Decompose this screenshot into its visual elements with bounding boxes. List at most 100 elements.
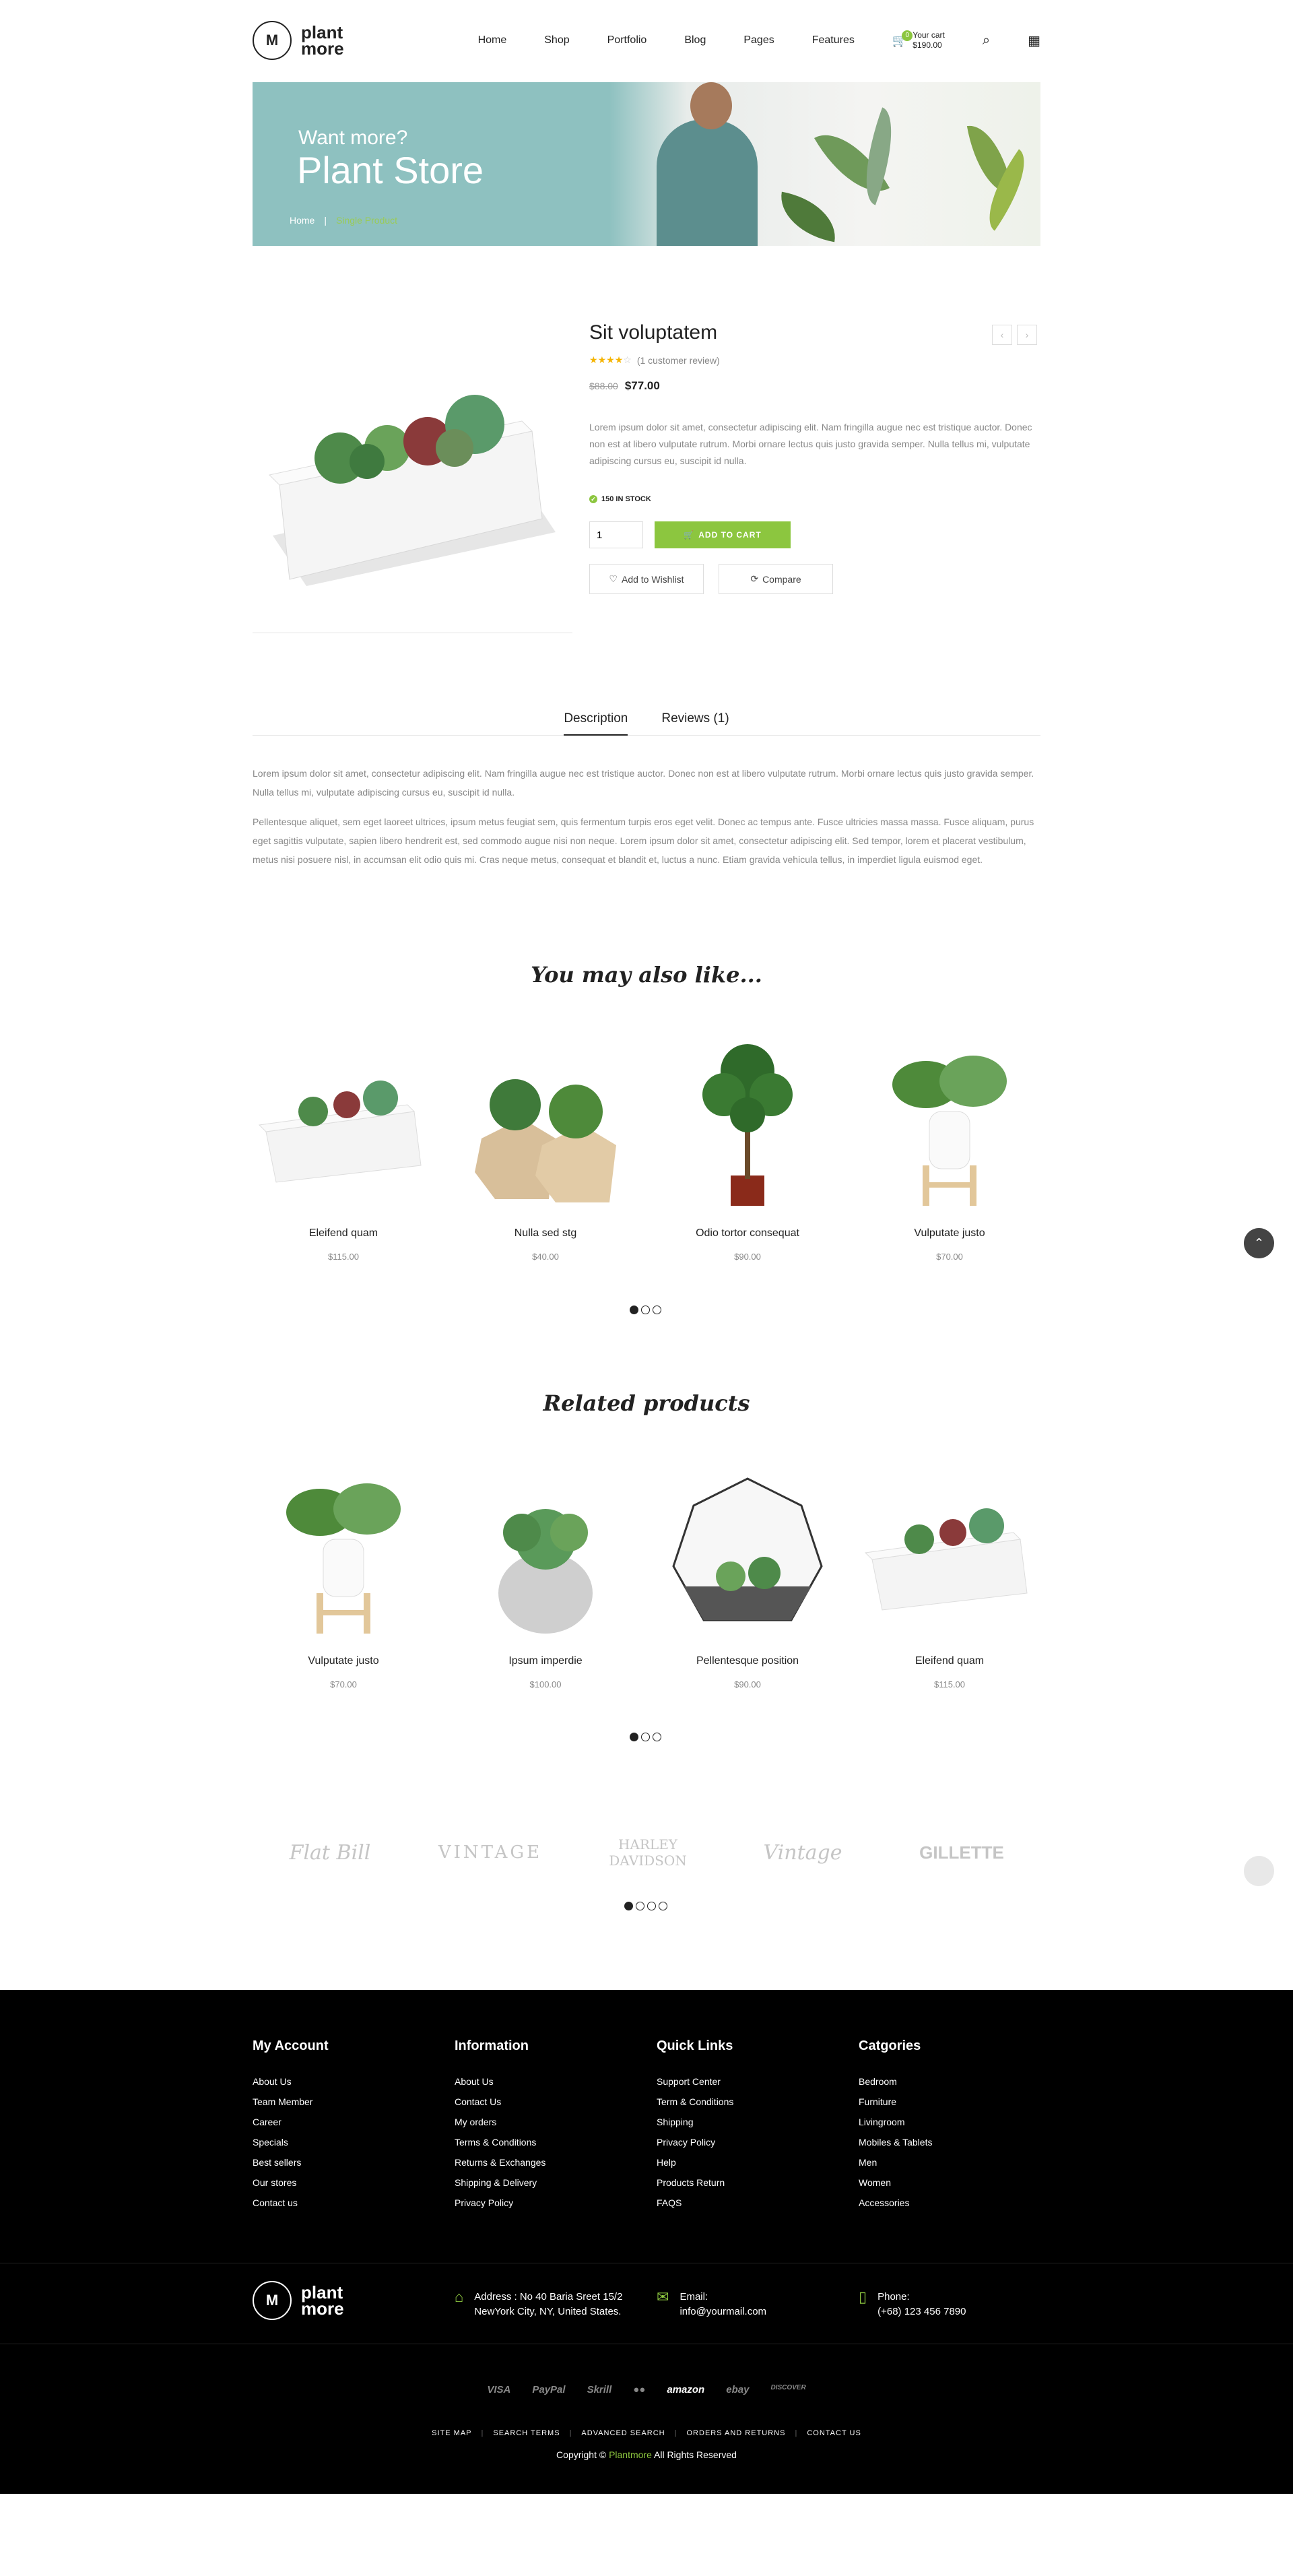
product-card[interactable]: Pellentesque position $90.00 bbox=[657, 1458, 838, 1689]
brand-logo[interactable]: Flat Bill bbox=[263, 1822, 397, 1883]
footer-link[interactable]: Career bbox=[253, 2112, 428, 2132]
product-name[interactable]: Pellentesque position bbox=[657, 1655, 838, 1667]
carousel-dot[interactable] bbox=[624, 1902, 633, 1910]
product-card[interactable]: Eleifend quam $115.00 bbox=[859, 1458, 1040, 1689]
tab-reviews[interactable]: Reviews (1) bbox=[661, 707, 729, 736]
footer-bottom-link[interactable]: SITE MAP bbox=[432, 2429, 471, 2437]
compare-button[interactable]: ⟳ Compare bbox=[719, 564, 833, 594]
product-name[interactable]: Eleifend quam bbox=[253, 1227, 434, 1239]
footer-link[interactable]: Contact Us bbox=[455, 2092, 630, 2112]
footer-link[interactable]: Team Member bbox=[253, 2092, 428, 2112]
footer-link[interactable]: Bedroom bbox=[859, 2071, 1034, 2092]
brand-logo[interactable]: Vintage bbox=[735, 1822, 870, 1883]
product-name[interactable]: Ipsum imperdie bbox=[455, 1655, 636, 1667]
footer-link[interactable]: Privacy Policy bbox=[455, 2193, 630, 2213]
scroll-top-button[interactable]: ⌃ bbox=[1244, 1228, 1274, 1258]
footer-link[interactable]: Mobiles & Tablets bbox=[859, 2132, 1034, 2152]
footer-bottom-link[interactable]: SEARCH TERMS bbox=[493, 2429, 560, 2437]
old-price: $88.00 bbox=[589, 381, 618, 391]
next-product-button[interactable]: › bbox=[1017, 325, 1037, 345]
product-name[interactable]: Nulla sed stg bbox=[455, 1227, 636, 1239]
product-name[interactable]: Eleifend quam bbox=[859, 1655, 1040, 1667]
footer-email: ✉ Email: info@yourmail.com bbox=[657, 2290, 766, 2319]
add-to-wishlist-button[interactable]: ♡ Add to Wishlist bbox=[589, 564, 704, 594]
carousel-dot[interactable] bbox=[630, 1733, 638, 1741]
brand-logo[interactable]: GILLETTE bbox=[894, 1822, 1029, 1883]
breadcrumb-current: Single Product bbox=[336, 215, 398, 226]
footer-link[interactable]: My orders bbox=[455, 2112, 630, 2132]
nav-blog[interactable]: Blog bbox=[684, 34, 706, 46]
tab-description[interactable]: Description bbox=[564, 707, 628, 736]
product-card[interactable]: Eleifend quam $115.00 bbox=[253, 1031, 434, 1262]
product-name[interactable]: Odio tortor consequat bbox=[657, 1227, 838, 1239]
product-title: Sit voluptatem bbox=[589, 321, 718, 344]
add-to-cart-button[interactable]: 🛒 ADD TO CART bbox=[655, 521, 791, 548]
carousel-dot[interactable] bbox=[636, 1902, 644, 1910]
quantity-input[interactable] bbox=[589, 521, 643, 548]
nav-pages[interactable]: Pages bbox=[743, 34, 774, 46]
logo[interactable]: M plant more bbox=[253, 21, 344, 60]
footer-link[interactable]: Shipping & Delivery bbox=[455, 2172, 630, 2193]
footer-link[interactable]: Privacy Policy bbox=[657, 2132, 832, 2152]
carousel-dot[interactable] bbox=[641, 1306, 650, 1314]
footer-link[interactable]: Help bbox=[657, 2152, 832, 2172]
prev-product-button[interactable]: ‹ bbox=[992, 325, 1012, 345]
nav-features[interactable]: Features bbox=[812, 34, 855, 46]
carousel-dot[interactable] bbox=[641, 1733, 650, 1741]
footer-link[interactable]: About Us bbox=[253, 2071, 428, 2092]
footer-link[interactable]: Women bbox=[859, 2172, 1034, 2193]
footer-link[interactable]: Best sellers bbox=[253, 2152, 428, 2172]
nav-shop[interactable]: Shop bbox=[544, 34, 569, 46]
footer-bottom-link[interactable]: CONTACT US bbox=[807, 2429, 861, 2437]
search-icon[interactable]: ⌕ bbox=[983, 33, 990, 49]
footer-link[interactable]: Support Center bbox=[657, 2071, 832, 2092]
carousel-dot[interactable] bbox=[647, 1902, 656, 1910]
email-link[interactable]: info@yourmail.com bbox=[679, 2305, 766, 2319]
product-name[interactable]: Vulputate justo bbox=[859, 1227, 1040, 1239]
product-card[interactable]: Nulla sed stg $40.00 bbox=[455, 1031, 636, 1262]
product-thumbnail bbox=[859, 1458, 1040, 1640]
copyright-brand-link[interactable]: Plantmore bbox=[609, 2449, 652, 2460]
product-image[interactable] bbox=[253, 313, 572, 633]
grid-menu-icon[interactable]: ▦ bbox=[1028, 32, 1040, 49]
product-card[interactable]: Ipsum imperdie $100.00 bbox=[455, 1458, 636, 1689]
footer-logo[interactable]: M plant more bbox=[253, 2281, 344, 2320]
heart-icon: ♡ bbox=[609, 573, 618, 584]
footer-link[interactable]: Furniture bbox=[859, 2092, 1034, 2112]
carousel-dot[interactable] bbox=[630, 1306, 638, 1314]
product-card[interactable]: Vulputate justo $70.00 bbox=[859, 1031, 1040, 1262]
footer-bottom-link[interactable]: ADVANCED SEARCH bbox=[581, 2429, 665, 2437]
footer-link[interactable]: Our stores bbox=[253, 2172, 428, 2193]
footer-link[interactable]: Men bbox=[859, 2152, 1034, 2172]
footer-link[interactable]: Contact us bbox=[253, 2193, 428, 2213]
rating-stars: ★★★★☆ bbox=[589, 354, 632, 366]
product-price: $90.00 bbox=[734, 1252, 761, 1262]
nav-portfolio[interactable]: Portfolio bbox=[607, 34, 647, 46]
footer-link[interactable]: Returns & Exchanges bbox=[455, 2152, 630, 2172]
scroll-top-button-faded[interactable] bbox=[1244, 1856, 1274, 1886]
carousel-dot[interactable] bbox=[653, 1733, 661, 1741]
product-name[interactable]: Vulputate justo bbox=[253, 1655, 434, 1667]
brand-logo[interactable]: HARLEY DAVIDSON bbox=[581, 1822, 715, 1883]
footer-link[interactable]: FAQS bbox=[657, 2193, 832, 2213]
footer-link[interactable]: Livingroom bbox=[859, 2112, 1034, 2132]
footer-link[interactable]: About Us bbox=[455, 2071, 630, 2092]
star-filled-icon: ★ bbox=[589, 354, 598, 365]
footer-link[interactable]: Accessories bbox=[859, 2193, 1034, 2213]
carousel-dot[interactable] bbox=[653, 1306, 661, 1314]
footer-link[interactable]: Terms & Conditions bbox=[455, 2132, 630, 2152]
footer-link[interactable]: Term & Conditions bbox=[657, 2092, 832, 2112]
product-card[interactable]: Vulputate justo $70.00 bbox=[253, 1458, 434, 1689]
breadcrumb-home[interactable]: Home bbox=[290, 215, 314, 226]
carousel-dot[interactable] bbox=[659, 1902, 667, 1910]
skrill-icon: Skrill bbox=[587, 2384, 612, 2395]
brand-logo[interactable]: VINTAGE bbox=[423, 1822, 558, 1883]
review-link[interactable]: (1 customer review) bbox=[637, 355, 720, 366]
footer-link[interactable]: Specials bbox=[253, 2132, 428, 2152]
product-card[interactable]: Odio tortor consequat $90.00 bbox=[657, 1031, 838, 1262]
footer-link[interactable]: Shipping bbox=[657, 2112, 832, 2132]
footer-link[interactable]: Products Return bbox=[657, 2172, 832, 2193]
footer-bottom-link[interactable]: ORDERS AND RETURNS bbox=[687, 2429, 786, 2437]
nav-home[interactable]: Home bbox=[478, 34, 507, 46]
cart-widget[interactable]: 🛒 0 Your cart $190.00 bbox=[892, 30, 945, 51]
